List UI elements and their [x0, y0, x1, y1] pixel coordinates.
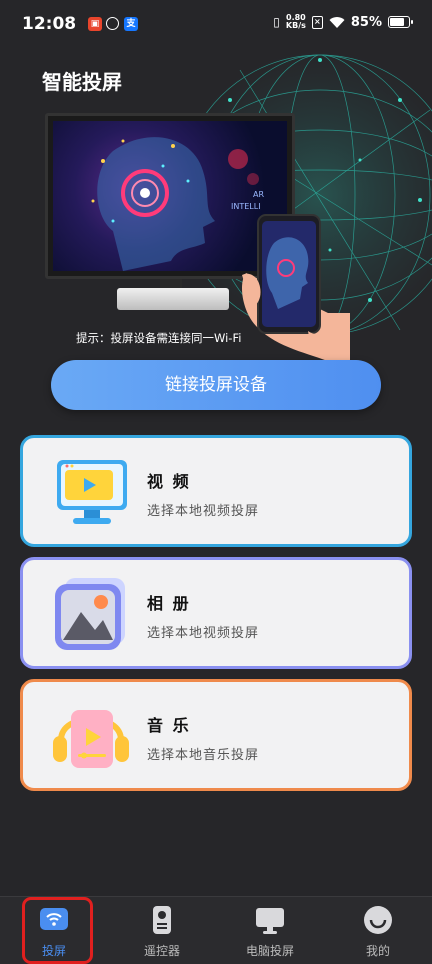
- battery-icon: [388, 16, 413, 28]
- album-card-title: 相 册: [147, 594, 191, 613]
- net-speed-unit: KB/s: [285, 21, 306, 30]
- net-speed: 0.80 KB/s: [286, 14, 306, 30]
- nav-item-desktop-cast[interactable]: 电脑投屏: [216, 897, 324, 964]
- wifi-icon: [329, 16, 345, 28]
- profile-icon: [364, 906, 392, 934]
- app-blue-icon: [106, 17, 119, 30]
- video-monitor-icon: [57, 460, 127, 524]
- remote-icon: [153, 906, 171, 934]
- connect-device-button[interactable]: 链接投屏设备: [51, 360, 381, 410]
- nav-label-remote: 遥控器: [143, 944, 180, 958]
- phone-in-hand-illustration: [242, 214, 350, 363]
- tv-overlay-text-2: INTELLI: [231, 202, 261, 211]
- music-headphones-icon: [53, 710, 129, 768]
- notification-red-icon: ▣: [88, 17, 102, 31]
- desktop-icon: [256, 908, 284, 934]
- data-saver-icon: ×: [311, 15, 323, 29]
- video-card-subtitle: 选择本地视频投屏: [147, 504, 260, 519]
- album-card-subtitle: 选择本地视频投屏: [147, 626, 260, 641]
- vibrate-icon: ▯: [273, 15, 280, 29]
- tv-stand: [117, 288, 229, 310]
- video-card-title: 视 频: [147, 472, 191, 491]
- status-time: 12:08: [22, 14, 77, 34]
- active-tab-highlight: [22, 897, 93, 964]
- nav-label-profile: 我的: [365, 944, 390, 958]
- music-card[interactable]: 音 乐 选择本地音乐投屏: [20, 679, 412, 791]
- nav-label-desktop-cast: 电脑投屏: [245, 944, 294, 958]
- nav-item-remote[interactable]: 遥控器: [108, 897, 216, 964]
- status-right-group: ▯ 0.80 KB/s × 85%: [273, 14, 413, 30]
- photo-album-icon: [55, 578, 125, 650]
- nav-item-profile[interactable]: 我的: [324, 897, 432, 964]
- page-title: 智能投屏: [42, 70, 122, 94]
- wifi-hint: 提示：投屏设备需连接同一Wi-Fi: [76, 331, 242, 345]
- music-card-title: 音 乐: [147, 716, 191, 735]
- hero-banner: 智能投屏 AR INTELLI 提示：投屏设备需连接同一Wi-Fi: [0, 50, 432, 363]
- video-card[interactable]: 视 频 选择本地视频投屏: [20, 435, 412, 547]
- album-card[interactable]: 相 册 选择本地视频投屏: [20, 557, 412, 669]
- battery-percent: 85%: [350, 14, 382, 30]
- music-card-subtitle: 选择本地音乐投屏: [147, 748, 260, 763]
- alipay-icon: 支: [124, 17, 138, 31]
- tv-overlay-text-1: AR: [253, 190, 264, 199]
- battery-fill: [390, 18, 404, 26]
